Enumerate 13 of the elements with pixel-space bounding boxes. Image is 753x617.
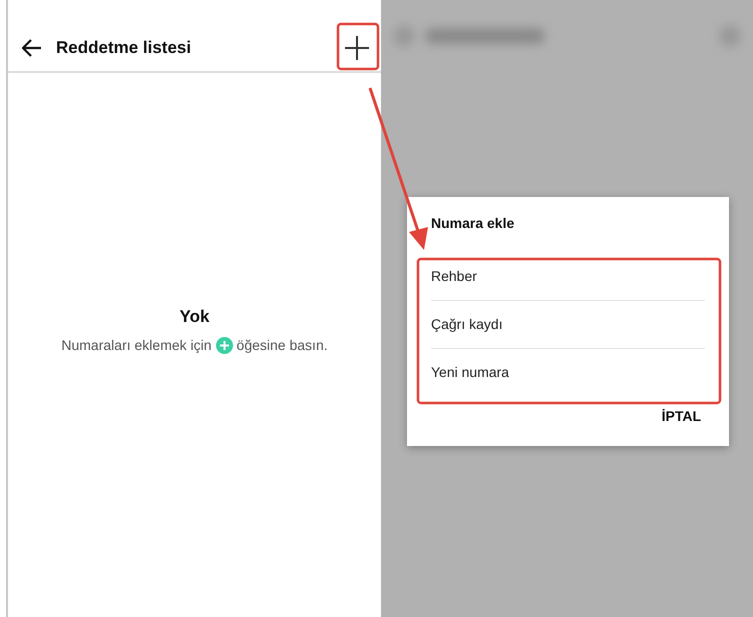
screen-title: Reddetme listesi [56, 38, 192, 58]
add-circle-icon [216, 336, 233, 354]
cancel-button[interactable]: İPTAL [656, 400, 707, 432]
menu-option[interactable]: Rehber [431, 253, 705, 301]
menu-option[interactable]: Çağrı kaydı [431, 301, 705, 349]
back-arrow-icon[interactable] [22, 38, 42, 56]
empty-title: Yok [180, 306, 210, 326]
empty-message: öğesine basın. [236, 337, 328, 353]
dialog-title: Numara ekle [431, 215, 516, 231]
empty-message: Numaraları eklemek için [61, 337, 212, 353]
menu-option[interactable]: Yeni numara [431, 349, 705, 396]
highlight-frame [336, 22, 380, 70]
add-icon[interactable] [344, 34, 370, 60]
